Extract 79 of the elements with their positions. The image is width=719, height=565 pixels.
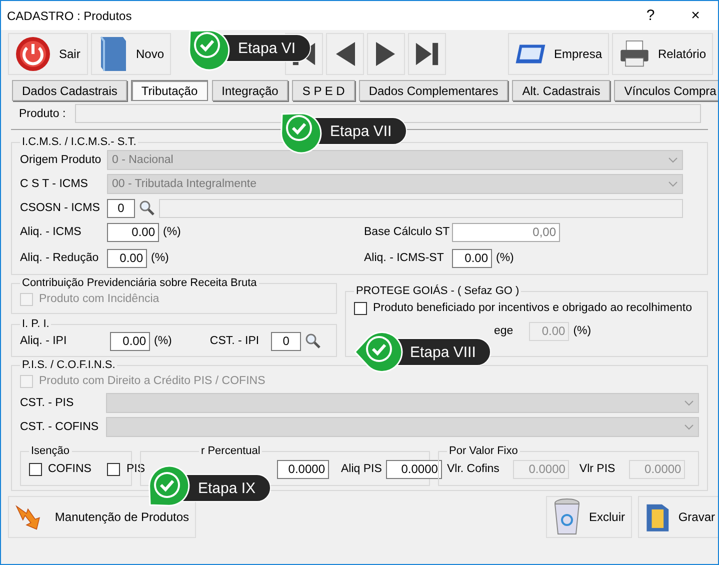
search-icon[interactable]: [139, 200, 155, 216]
field-label: ege: [494, 325, 514, 337]
unit-label: (%): [573, 325, 592, 337]
group-title: Contribuição Previdenciária sobre Receita Bruta: [21, 277, 258, 289]
field-label: Aliq. - ICMS: [20, 226, 82, 238]
toolbar-button[interactable]: Excluir: [546, 496, 632, 538]
field-label: Vlr. Cofins: [447, 463, 500, 475]
window-title: CADASTRO : Produtos: [7, 8, 133, 22]
toolbar-button[interactable]: Empresa: [508, 33, 609, 75]
field-label: CST. - PIS: [20, 397, 75, 409]
search-icon[interactable]: [305, 333, 322, 349]
input-field[interactable]: 0.00: [107, 248, 147, 268]
checkbox-label: Produto com Incidência: [39, 293, 160, 305]
input-field[interactable]: 0.00: [107, 222, 159, 242]
toolbar-button[interactable]: Relatório: [612, 33, 713, 75]
right-triangle-icon: [375, 40, 397, 68]
left-triangle-icon: [334, 40, 356, 68]
field-label: Vlr PIS: [579, 463, 616, 475]
field-label: Base Cálculo ST: [364, 226, 448, 238]
toolbar-button[interactable]: Novo: [91, 33, 171, 75]
input-field[interactable]: [75, 104, 701, 123]
field-label: Aliq. - Redução: [20, 252, 100, 264]
trash-icon: [553, 498, 581, 536]
chevron-down-icon: [668, 181, 678, 187]
group-title: P.I.S. / C.O.F.I.N.S.: [21, 359, 116, 371]
checkbox-label: Produto com Direito a Crédito PIS / COFINS: [39, 375, 266, 387]
skip-end-icon: [415, 40, 439, 68]
group-title: I. P. I.: [21, 318, 50, 330]
tab[interactable]: Integração: [212, 80, 288, 101]
tab[interactable]: S P E D: [292, 80, 355, 101]
unit-label: (%): [496, 252, 514, 264]
field-label: C S T - ICMS: [20, 178, 89, 190]
input-field[interactable]: 0.00: [110, 332, 150, 350]
tab[interactable]: Dados Complementares: [358, 80, 508, 101]
chevron-down-icon: [684, 424, 694, 430]
chevron-down-icon: [684, 400, 694, 406]
group-title: I.C.M.S. / I.C.M.S.- S.T.: [21, 136, 138, 148]
input-field[interactable]: 0: [271, 332, 302, 350]
group-title: PROTEGE GOIÁS - ( Sefaz GO ): [355, 285, 520, 297]
power-icon: [15, 36, 51, 72]
group-title: Isenção: [30, 445, 71, 457]
toolbar-button[interactable]: Manutenção de Produtos: [8, 496, 196, 538]
tab[interactable]: Tributação: [131, 80, 208, 101]
field-label: Origem Produto: [20, 154, 102, 166]
field-label: Produto :: [19, 108, 67, 120]
field-label: CST. - COFINS: [20, 421, 100, 433]
help-button[interactable]: ?: [628, 1, 673, 30]
input-field[interactable]: 0.0000: [277, 460, 329, 478]
input-field[interactable]: [159, 198, 683, 218]
field-label: Aliq. - ICMS-ST: [364, 252, 445, 264]
field-label: CST. - IPI: [210, 335, 260, 347]
checkbox-label: Produto beneficiado por incentivos e obrigado ao recolhimento: [373, 302, 692, 314]
tab[interactable]: Vínculos Compra: [614, 80, 718, 101]
group-title: r Percentual: [200, 445, 262, 457]
tab[interactable]: Dados Cadastrais: [12, 80, 128, 101]
nav-button[interactable]: [326, 33, 364, 75]
unit-label: (%): [163, 226, 181, 238]
checkbox[interactable]: [29, 462, 42, 476]
close-button[interactable]: ×: [673, 1, 718, 30]
book-icon: [98, 35, 128, 73]
toolbar-button[interactable]: Sair: [8, 33, 88, 75]
tab[interactable]: Alt. Cadastrais: [512, 80, 610, 101]
unit-label: (%): [151, 252, 169, 264]
nav-button[interactable]: [367, 33, 405, 75]
input-field[interactable]: 0: [107, 198, 135, 218]
field-label: Aliq PIS: [341, 463, 382, 475]
field-label: Aliq. - IPI: [20, 335, 68, 347]
checkbox[interactable]: [107, 462, 120, 476]
checkbox[interactable]: [354, 302, 367, 314]
group-title: Por Valor Fixo: [448, 445, 519, 457]
chevron-down-icon: [668, 157, 678, 163]
input-field[interactable]: 0.00: [452, 248, 492, 268]
nav-button[interactable]: [408, 33, 446, 75]
input-field[interactable]: 0.0000: [386, 460, 442, 478]
checkbox-label: COFINS: [48, 463, 92, 475]
input-field[interactable]: 0,00: [452, 222, 560, 242]
unit-label: (%): [154, 335, 172, 347]
field-label: CSOSN - ICMS: [20, 202, 101, 214]
toolbar-button[interactable]: Gravar: [638, 496, 718, 538]
